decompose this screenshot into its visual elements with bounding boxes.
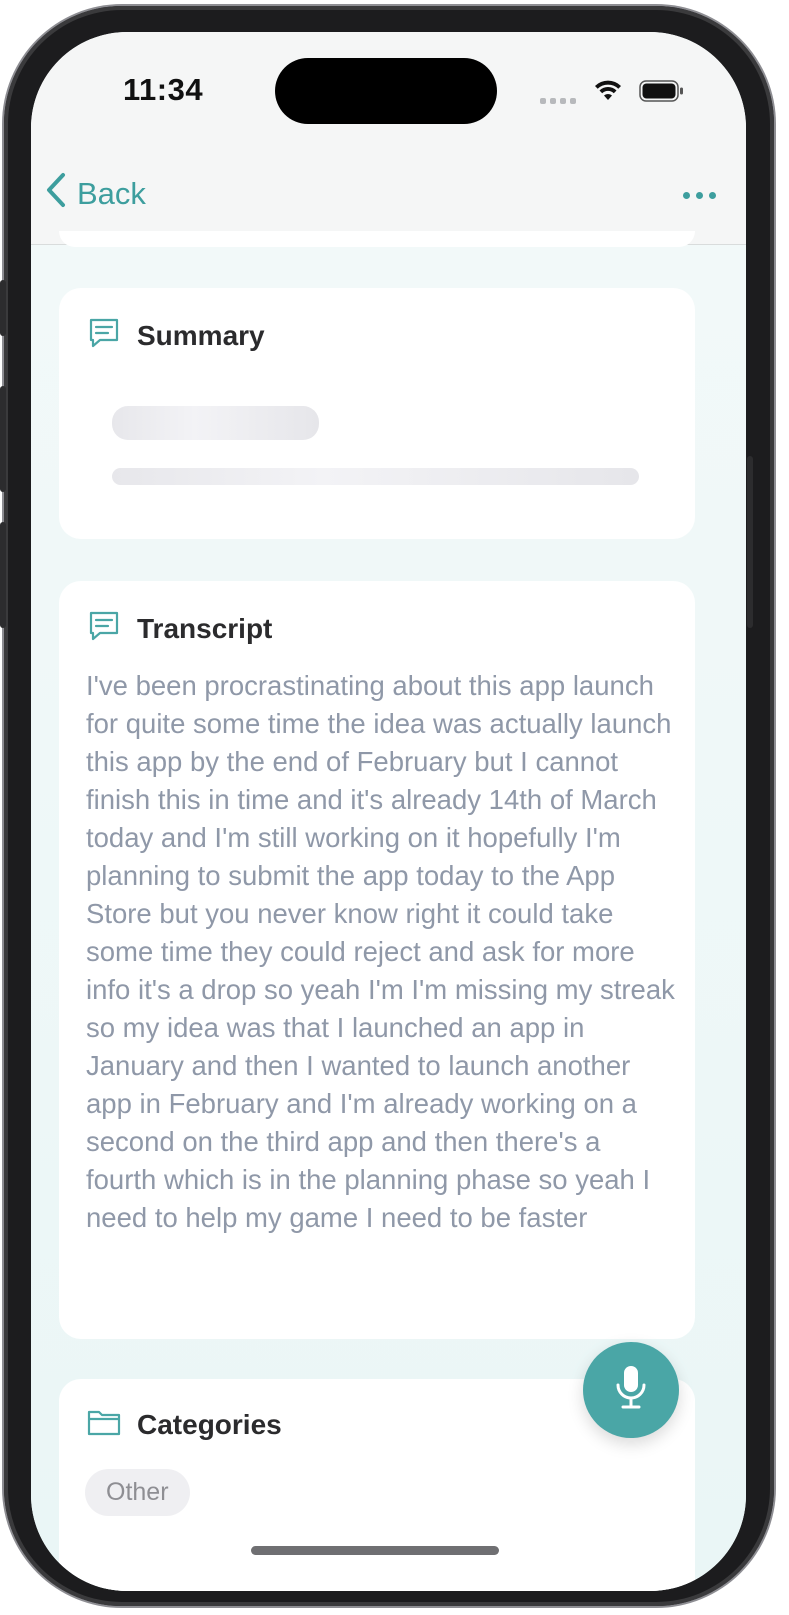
transcript-title: Transcript: [137, 612, 273, 644]
folder-icon: [87, 1407, 121, 1442]
message-icon: [87, 316, 121, 355]
battery-icon: [639, 80, 685, 107]
categories-title: Categories: [137, 1408, 282, 1440]
volume-up-button: [0, 386, 6, 492]
more-options-button[interactable]: [683, 192, 716, 199]
dynamic-island: [275, 58, 497, 124]
status-time: 11:34: [123, 72, 204, 107]
microphone-icon: [614, 1364, 648, 1417]
transcript-text: I've been procrastinating about this app…: [86, 670, 675, 1233]
message-icon: [87, 609, 121, 648]
back-button[interactable]: Back: [45, 172, 146, 216]
summary-loading-placeholder-long: [112, 468, 639, 485]
previous-card-edge: [59, 231, 695, 247]
summary-loading-placeholder-short: [112, 406, 319, 440]
wifi-icon: [593, 78, 623, 107]
ellipsis-icon: [683, 192, 690, 199]
category-chip[interactable]: Other: [85, 1469, 190, 1516]
silent-switch: [0, 280, 6, 336]
record-button[interactable]: [583, 1342, 679, 1438]
back-label: Back: [77, 176, 146, 211]
power-button: [747, 456, 753, 628]
volume-down-button: [0, 522, 6, 628]
transcript-card: Transcript I've been procrastinating abo…: [59, 581, 695, 1339]
summary-card: Summary: [59, 288, 695, 539]
status-bar: 11:34: [31, 32, 746, 152]
chevron-left-icon: [45, 172, 67, 216]
cellular-signal-icon: [540, 98, 576, 104]
home-indicator[interactable]: [251, 1546, 499, 1555]
screen: 11:34 Back Summary Transcript I've been …: [31, 32, 746, 1591]
summary-title: Summary: [137, 319, 265, 351]
